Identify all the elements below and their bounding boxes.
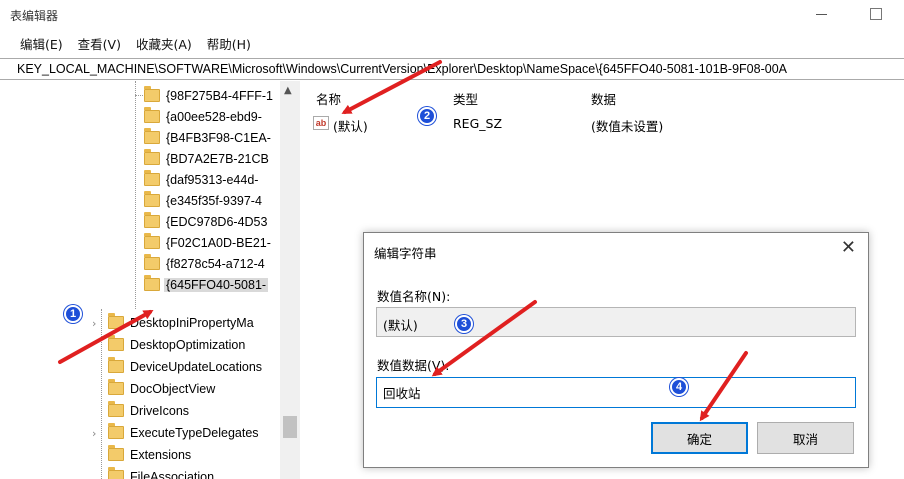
window-title: 表编辑器 bbox=[10, 9, 59, 23]
string-value-icon: ab bbox=[313, 116, 329, 130]
value-name: (默认) bbox=[333, 119, 368, 134]
menu-help[interactable]: 帮助(H) bbox=[207, 34, 251, 56]
tree-item[interactable]: {98F275B4-4FFF-1 bbox=[135, 85, 275, 106]
chevron-up-icon[interactable]: ▲ bbox=[284, 85, 292, 96]
tree-item[interactable]: DesktopIniPropertyMa bbox=[108, 312, 256, 333]
folder-icon bbox=[144, 86, 160, 102]
folder-icon bbox=[108, 335, 124, 351]
close-icon[interactable]: ✕ bbox=[841, 239, 856, 257]
step-badge-2: 2 bbox=[418, 107, 436, 125]
list-item[interactable]: ab (默认) REG_SZ (数值未设置) bbox=[300, 114, 904, 134]
address-bar[interactable]: KEY_LOCAL_MACHINE\SOFTWARE\Microsoft\Win… bbox=[0, 58, 904, 80]
folder-icon bbox=[144, 170, 160, 186]
tree-item[interactable]: Extensions bbox=[108, 444, 193, 465]
cancel-button[interactable]: 取消 bbox=[757, 422, 854, 454]
tree-item[interactable]: DesktopOptimization bbox=[108, 334, 247, 355]
title-bar: 表编辑器 bbox=[0, 0, 904, 30]
tree-item[interactable]: {B4FB3F98-C1EA- bbox=[135, 127, 273, 148]
folder-icon bbox=[108, 423, 124, 439]
value-data-input[interactable] bbox=[376, 377, 856, 408]
folder-icon bbox=[144, 191, 160, 207]
tree-item-selected[interactable]: {645FFO40-5081- bbox=[135, 274, 269, 295]
menu-bar: 编辑(E) 查看(V) 收藏夹(A) 帮助(H) bbox=[0, 34, 251, 56]
step-badge-4: 4 bbox=[670, 378, 688, 396]
dialog-title: 编辑字符串 bbox=[374, 246, 437, 261]
folder-icon bbox=[144, 128, 160, 144]
ok-button[interactable]: 确定 bbox=[651, 422, 748, 454]
tree-item[interactable]: {F02C1A0D-BE21- bbox=[135, 232, 273, 253]
folder-icon bbox=[108, 467, 124, 479]
tree-item[interactable]: FileAssociation bbox=[108, 466, 216, 479]
value-name-text: (默认) bbox=[383, 318, 418, 333]
column-data[interactable]: 数据 bbox=[591, 89, 616, 108]
value-data-label: 数值数据(V): bbox=[377, 358, 450, 373]
tree-item[interactable]: {BD7A2E7B-21CB bbox=[135, 148, 271, 169]
tree-item[interactable]: ExecuteTypeDelegates bbox=[108, 422, 261, 443]
folder-icon bbox=[144, 233, 160, 249]
registry-tree: {98F275B4-4FFF-1 {a00ee528-ebd9- {B4FB3F… bbox=[0, 81, 300, 479]
folder-icon bbox=[108, 313, 124, 329]
address-path: KEY_LOCAL_MACHINE\SOFTWARE\Microsoft\Win… bbox=[17, 62, 787, 76]
value-type: REG_SZ bbox=[453, 116, 503, 131]
tree-item[interactable]: {e345f35f-9397-4 bbox=[135, 190, 264, 211]
menu-view[interactable]: 查看(V) bbox=[78, 34, 121, 56]
tree-scrollbar[interactable]: ▲ bbox=[280, 81, 300, 479]
list-header: 名称 类型 数据 bbox=[300, 86, 904, 108]
edit-string-dialog: 编辑字符串 ✕ 数值名称(N): (默认) 数值数据(V): 确定 取消 bbox=[363, 232, 869, 468]
folder-icon bbox=[144, 107, 160, 123]
folder-icon bbox=[108, 401, 124, 417]
step-badge-3: 3 bbox=[455, 315, 473, 333]
tree-item[interactable]: {f8278c54-a712-4 bbox=[135, 253, 267, 274]
scroll-thumb[interactable] bbox=[283, 416, 297, 438]
step-badge-1: 1 bbox=[64, 305, 82, 323]
tree-item[interactable]: DriveIcons bbox=[108, 400, 191, 421]
value-name-label: 数值名称(N): bbox=[377, 289, 451, 304]
folder-icon bbox=[144, 254, 160, 270]
tree-item[interactable]: {EDC978D6-4D53 bbox=[135, 211, 269, 232]
tree-item[interactable]: {daf95313-e44d- bbox=[135, 169, 260, 190]
value-data: (数值未设置) bbox=[591, 119, 664, 134]
value-name-field: (默认) bbox=[376, 307, 856, 337]
chevron-right-icon[interactable]: › bbox=[92, 317, 96, 330]
folder-icon bbox=[144, 275, 160, 291]
folder-icon bbox=[144, 212, 160, 228]
tree-item[interactable]: DeviceUpdateLocations bbox=[108, 356, 264, 377]
folder-icon bbox=[108, 445, 124, 461]
chevron-right-icon[interactable]: › bbox=[92, 427, 96, 440]
column-name[interactable]: 名称 bbox=[316, 89, 341, 108]
minimize-button[interactable] bbox=[812, 4, 832, 22]
column-type[interactable]: 类型 bbox=[453, 89, 478, 108]
folder-icon bbox=[144, 149, 160, 165]
menu-favorites[interactable]: 收藏夹(A) bbox=[136, 34, 192, 56]
tree-item[interactable]: {a00ee528-ebd9- bbox=[135, 106, 264, 127]
folder-icon bbox=[108, 357, 124, 373]
folder-icon bbox=[108, 379, 124, 395]
menu-edit[interactable]: 编辑(E) bbox=[20, 34, 63, 56]
tree-item[interactable]: DocObjectView bbox=[108, 378, 217, 399]
maximize-button[interactable] bbox=[866, 4, 886, 22]
